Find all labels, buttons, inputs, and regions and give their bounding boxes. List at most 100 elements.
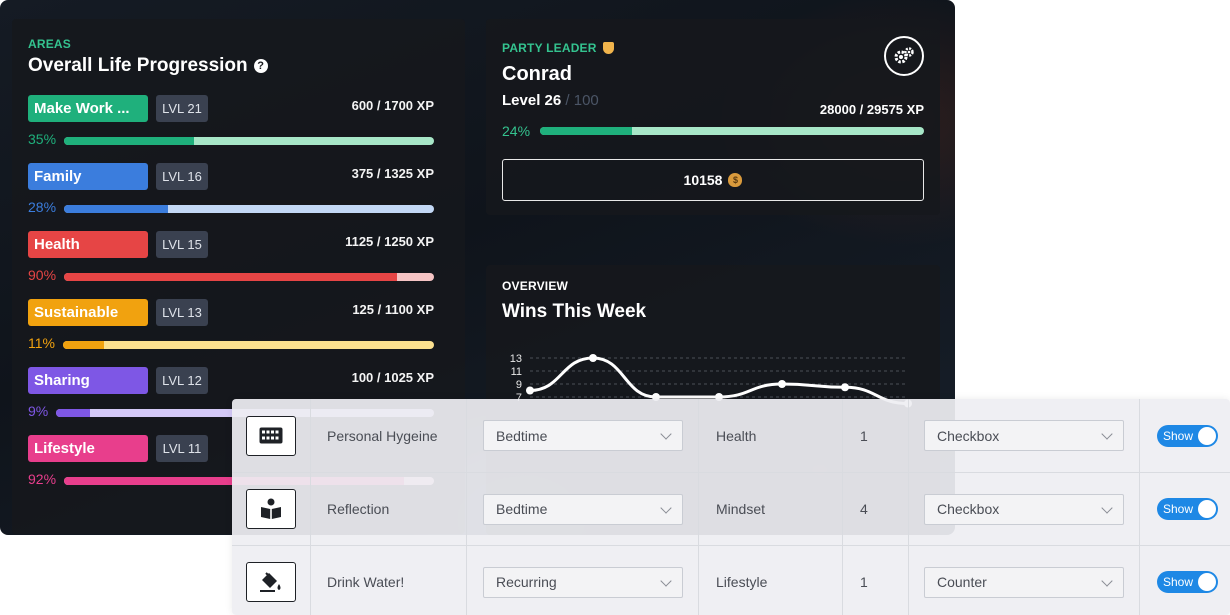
level-badge: LVL 11 [156, 435, 208, 462]
area-percent: 90% [28, 267, 57, 283]
chevron-down-icon [660, 501, 672, 514]
type-select[interactable]: Counter [924, 566, 1124, 598]
level-badge: LVL 21 [156, 95, 208, 122]
area-xp: 375 / 1325 XP [351, 166, 434, 181]
area-chip[interactable]: Sharing [28, 367, 148, 394]
toggle-knob [1198, 426, 1216, 445]
show-toggle[interactable]: Show [1157, 424, 1218, 447]
book-reader-icon[interactable] [246, 489, 296, 529]
data-point[interactable] [589, 354, 597, 362]
y-tick-label: 11 [511, 366, 522, 378]
leader-level-value: Level 26 [502, 92, 562, 109]
area-chip[interactable]: Family [28, 163, 148, 190]
schedule-select[interactable]: Bedtime [483, 420, 683, 451]
points-value: 1 [843, 546, 909, 615]
leader-progress-fill [540, 127, 633, 135]
toggle-cell: Show [1140, 473, 1230, 545]
chevron-down-icon [660, 574, 672, 587]
rules-table: Personal Hygeine Bedtime Health 1 Checkb… [232, 399, 1230, 615]
data-point[interactable] [526, 386, 534, 395]
level-badge: LVL 13 [156, 299, 208, 326]
area-chip[interactable]: Health [28, 231, 148, 258]
area-progress-fill [64, 205, 168, 213]
toggle-knob [1198, 500, 1216, 518]
area-xp: 600 / 1700 XP [351, 98, 434, 113]
area-percent: 28% [28, 199, 57, 215]
points-value: 1 [843, 399, 909, 472]
overview-title: Wins This Week [502, 301, 647, 322]
area-progress-fill [56, 409, 91, 417]
show-toggle[interactable]: Show [1157, 498, 1218, 520]
area-name: Mindset [699, 473, 843, 545]
icon-cell [232, 546, 311, 615]
area-row-sustainable[interactable]: Sustainable LVL 13 125 / 1100 XP 11% [28, 299, 434, 361]
rule-name: Drink Water! [311, 546, 467, 615]
area-row-family[interactable]: Family LVL 16 375 / 1325 XP 28% [28, 163, 434, 225]
gears-icon [894, 47, 914, 64]
icon-cell [232, 399, 311, 472]
chevron-down-icon [660, 428, 672, 440]
schedule-select[interactable]: Bedtime [483, 493, 683, 525]
chevron-down-icon [1101, 428, 1113, 440]
area-progress-bar [64, 205, 434, 213]
type-select[interactable]: Checkbox [924, 493, 1124, 525]
toggle-label: Show [1163, 502, 1194, 516]
type-cell: Checkbox [909, 399, 1140, 472]
area-row-health[interactable]: Health LVL 15 1125 / 1250 XP 90% [28, 231, 434, 293]
party-leader-overline: PARTY LEADER [502, 41, 614, 55]
type-value: Counter [937, 574, 987, 590]
book-reader-icon-glyph [261, 498, 281, 519]
leader-level: Level 26 / 100 [502, 92, 599, 109]
toggle-label: Show [1163, 575, 1194, 589]
area-percent: 92% [28, 471, 57, 487]
leader-name: Conrad [502, 63, 572, 85]
level-badge: LVL 16 [156, 163, 208, 190]
area-row-make-work[interactable]: Make Work ... LVL 21 600 / 1700 XP 35% [28, 95, 434, 157]
type-select[interactable]: Checkbox [924, 420, 1124, 451]
chevron-down-icon [1101, 574, 1113, 587]
party-leader-overline-text: PARTY LEADER [502, 41, 597, 55]
y-tick-label: 9 [516, 379, 522, 391]
toggle-label: Show [1163, 428, 1194, 443]
fill-drip-icon-glyph [260, 572, 281, 592]
keyboard-icon-glyph [259, 427, 283, 444]
type-value: Checkbox [937, 501, 1000, 517]
data-point[interactable] [841, 383, 849, 392]
area-progress-bar [64, 273, 434, 281]
schedule-value: Recurring [496, 574, 557, 590]
type-cell: Checkbox [909, 473, 1140, 545]
keyboard-icon[interactable] [246, 415, 296, 456]
area-progress-bar [63, 341, 434, 349]
show-toggle[interactable]: Show [1157, 571, 1218, 593]
coin-balance: 10158 [683, 172, 723, 188]
type-cell: Counter [909, 546, 1140, 615]
data-point[interactable] [778, 380, 786, 388]
party-leader-panel: PARTY LEADER Conrad Level 26 / 100 28000… [486, 19, 940, 215]
schedule-value: Bedtime [496, 427, 548, 444]
chevron-down-icon [1101, 501, 1113, 514]
table-row: Drink Water! Recurring Lifestyle 1 Count… [232, 545, 1230, 615]
area-name: Lifestyle [699, 546, 843, 615]
table-row: Personal Hygeine Bedtime Health 1 Checkb… [232, 399, 1230, 472]
shield-icon [602, 42, 614, 54]
area-percent: 35% [28, 131, 57, 147]
area-xp: 125 / 1100 XP [352, 302, 434, 317]
y-tick-label: 13 [510, 353, 522, 365]
schedule-value: Bedtime [496, 501, 548, 517]
area-chip[interactable]: Lifestyle [28, 435, 148, 462]
schedule-select[interactable]: Recurring [483, 566, 683, 598]
area-percent: 9% [28, 403, 49, 419]
area-name: Health [699, 399, 843, 472]
level-badge: LVL 15 [156, 231, 208, 258]
area-chip[interactable]: Make Work ... [28, 95, 148, 122]
toggle-cell: Show [1140, 399, 1230, 472]
rule-name: Personal Hygeine [311, 399, 467, 472]
table-row: Reflection Bedtime Mindset 4 Checkbox Sh… [232, 472, 1230, 545]
help-icon[interactable]: ? [253, 59, 268, 73]
area-progress-fill [63, 341, 104, 349]
area-chip[interactable]: Sustainable [28, 299, 148, 326]
coin-balance-button[interactable]: 10158 $ [502, 159, 924, 201]
settings-button[interactable] [884, 36, 924, 76]
fill-drip-icon[interactable] [246, 562, 296, 602]
area-progress-bar [64, 137, 434, 145]
